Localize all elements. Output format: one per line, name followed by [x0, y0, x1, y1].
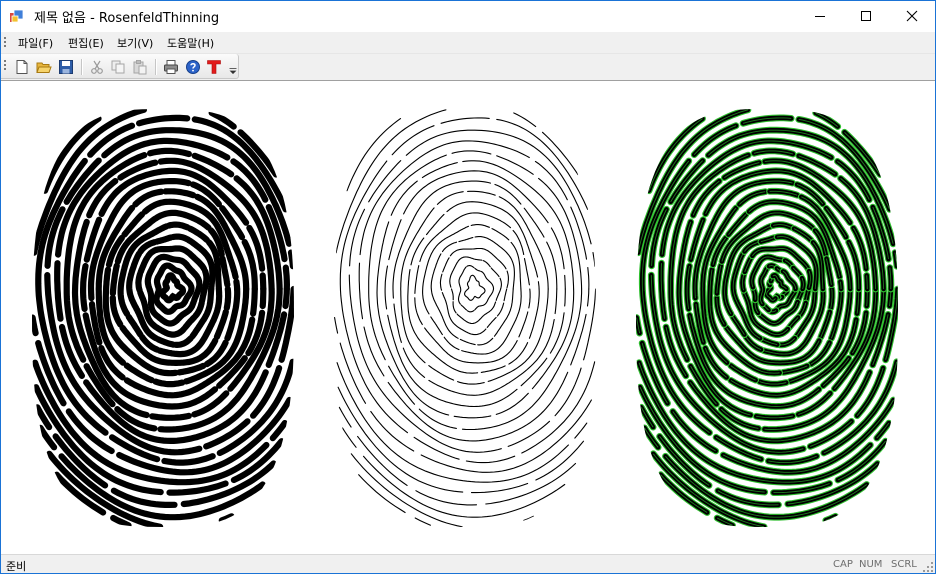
num-indicator: NUM [859, 559, 883, 570]
print-button[interactable] [162, 58, 180, 76]
paste-button[interactable] [131, 58, 149, 76]
status-bar: 준비 CAP NUM SCRL [1, 554, 935, 573]
status-text: 준비 [6, 560, 27, 573]
minimize-icon [815, 16, 825, 17]
toolbar [1, 54, 241, 79]
cut-icon [91, 60, 103, 74]
thinned-skeleton-image [334, 109, 596, 527]
about-button[interactable] [184, 58, 202, 76]
minimize-button[interactable] [797, 1, 843, 31]
close-button[interactable] [889, 1, 935, 31]
toolbar-overflow-chevron-icon[interactable] [229, 66, 237, 74]
menu-help[interactable]: 도움말(H) [167, 35, 214, 51]
cap-indicator: CAP [833, 559, 853, 570]
save-disk-icon [59, 60, 73, 74]
binary-fingerprint-image [32, 109, 294, 527]
menubar-grip[interactable] [4, 37, 7, 49]
open-button[interactable] [35, 58, 53, 76]
toolbar-grip[interactable] [4, 60, 7, 72]
cut-button[interactable] [88, 58, 106, 76]
thinning-t-icon [207, 60, 221, 74]
menu-bar: 파일(F) 편집(E) 보기(V) 도움말(H) [1, 32, 935, 54]
scrl-indicator: SCRL [891, 559, 917, 570]
menu-edit[interactable]: 편집(E) [68, 35, 104, 51]
maximize-button[interactable] [843, 1, 889, 31]
image-view-area[interactable] [1, 80, 935, 554]
paste-icon [133, 60, 147, 75]
menu-file[interactable]: 파일(F) [18, 35, 53, 51]
app-icon[interactable] [9, 8, 25, 24]
menu-view[interactable]: 보기(V) [117, 35, 153, 51]
copy-button[interactable] [109, 58, 127, 76]
title-bar[interactable]: 제목 없음 - RosenfeldThinning [1, 1, 935, 32]
copy-icon [111, 60, 125, 74]
close-icon [906, 10, 918, 22]
resize-grip-icon[interactable] [923, 562, 933, 572]
thinning-button[interactable] [205, 58, 223, 76]
window-title: 제목 없음 - RosenfeldThinning [34, 11, 220, 26]
about-help-icon [186, 60, 200, 74]
maximize-icon [861, 11, 871, 21]
open-folder-icon [36, 62, 52, 73]
print-icon [164, 60, 178, 74]
save-button[interactable] [57, 58, 75, 76]
skeleton-overlay-image [636, 109, 898, 527]
new-button[interactable] [13, 58, 31, 76]
app-window: 제목 없음 - RosenfeldThinning 파일(F) 편집(E) 보기… [0, 0, 936, 574]
new-file-icon [16, 60, 28, 74]
